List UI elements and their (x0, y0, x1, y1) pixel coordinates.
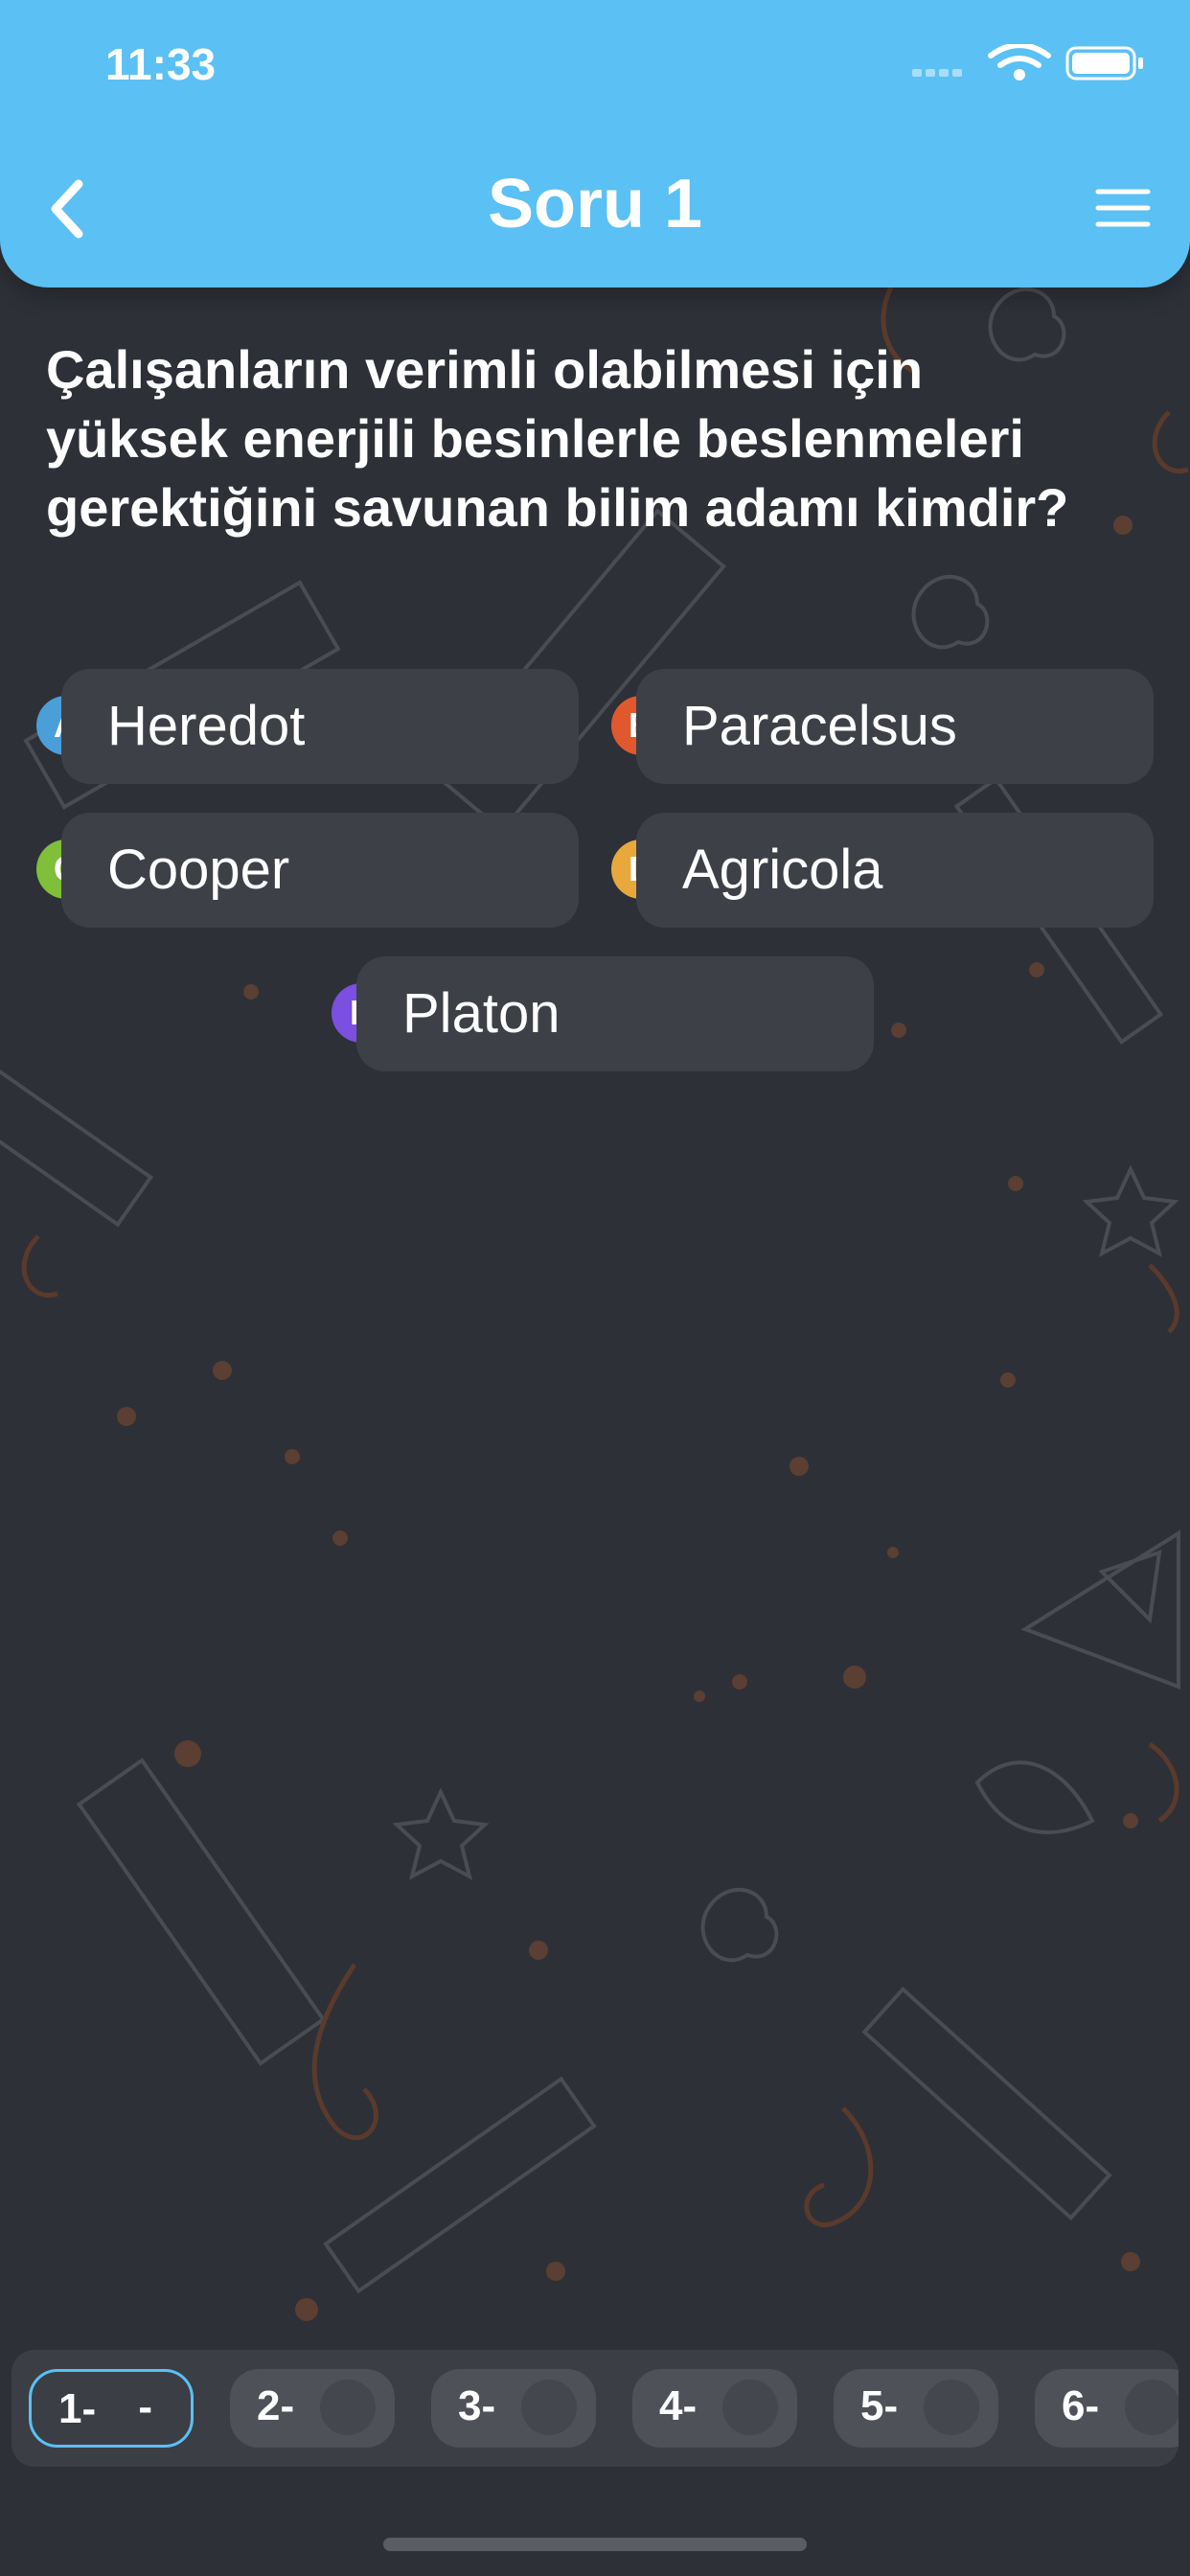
question-nav-item-1[interactable]: 1- - (29, 2369, 194, 2448)
question-nav-number: 2- (257, 2382, 295, 2429)
question-nav-answer-dot (722, 2380, 778, 2435)
question-nav-answer-dot (521, 2380, 577, 2435)
signal-icon (912, 69, 962, 77)
option-e-label: Platon (402, 982, 561, 1045)
wifi-icon (988, 44, 1051, 80)
battery-icon (1065, 46, 1143, 80)
question-nav-number: 3- (458, 2382, 496, 2429)
home-indicator (383, 2538, 807, 2551)
question-nav-item-2[interactable]: 2- (230, 2369, 395, 2448)
question-nav-answer-dot (320, 2380, 376, 2435)
question-nav-number: 4- (659, 2382, 698, 2429)
option-d-label: Agricola (682, 839, 883, 901)
question-nav-answer-dot (1125, 2380, 1179, 2435)
status-icons (912, 44, 1143, 80)
question-nav-answer: - (138, 2383, 152, 2430)
question-nav-item-5[interactable]: 5- (834, 2369, 998, 2448)
status-time: 11:33 (105, 39, 217, 89)
question-nav-item-4[interactable]: 4- (632, 2369, 797, 2448)
question-text: Çalışanların verimli olabilmesi için yük… (46, 339, 1069, 538)
question-nav-number: 5- (860, 2382, 899, 2429)
question-nav-number: 1- (58, 2385, 97, 2432)
option-a-label: Heredot (107, 695, 306, 757)
question-nav-item-3[interactable]: 3- (431, 2369, 596, 2448)
app-header: 11:33 Soru 1 (0, 0, 1190, 288)
page-title: Soru 1 (487, 166, 703, 242)
question-nav-item-6[interactable]: 6- (1035, 2369, 1179, 2448)
question-nav-number: 6- (1062, 2382, 1100, 2429)
menu-icon[interactable] (1094, 188, 1152, 228)
option-c-label: Cooper (107, 839, 290, 901)
question-navigator: 1- - 2- 3- 4- 5- 6- (11, 2350, 1179, 2467)
option-b-label: Paracelsus (682, 695, 957, 757)
question-nav-answer-dot (924, 2380, 979, 2435)
